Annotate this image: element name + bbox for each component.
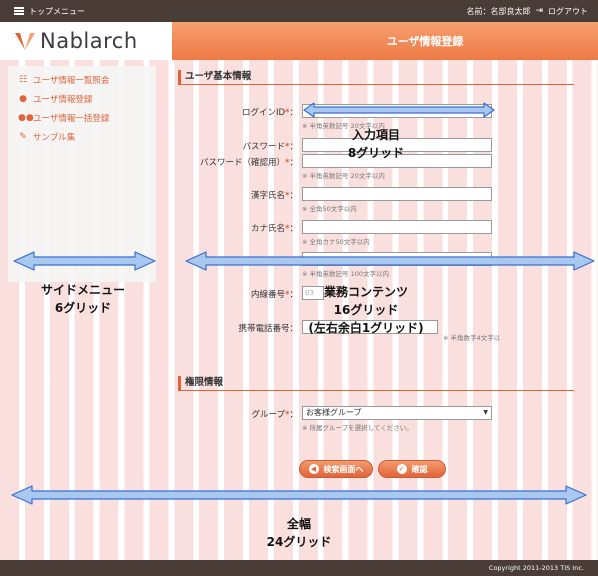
group-hint: ※ 所属グループを選択してください。: [302, 424, 413, 432]
confirm-button[interactable]: ✓ 確認: [378, 460, 446, 478]
logo: Nablarch: [0, 22, 172, 60]
group-label: グループ*：: [251, 410, 298, 420]
password-hint: ※ 半角英数記号 20文字以内: [302, 172, 385, 180]
side-menu: ☷ ユーザ情報一覧照会 ● ユーザ情報登録 ●● ユーザ情報一括登録 ✎ サンプ…: [8, 66, 156, 282]
annotation-full-width: 全幅 24グリッド: [266, 517, 332, 549]
sidebar-item-label: サンプル集: [33, 132, 76, 143]
page-title: ユーザ情報登録: [386, 35, 464, 48]
logout-link[interactable]: ログアウト: [548, 6, 588, 17]
top-menu-link[interactable]: トップメニュー: [14, 6, 85, 17]
menu-list-icon: [14, 7, 24, 15]
header: Nablarch ユーザ情報登録: [0, 22, 598, 60]
password-confirm-label: パスワード（確認用）*：: [200, 158, 298, 168]
section-permission: 権限情報: [178, 376, 574, 391]
arrow-left-icon: ◀: [308, 464, 319, 474]
sidebar-item-label: ユーザ情報登録: [33, 94, 93, 105]
logout-icon: ⇥: [535, 6, 543, 16]
nablarch-logo-icon: [15, 33, 35, 50]
top-bar: トップメニュー 名前：名部良太郎 ⇥ ログアウト: [0, 0, 598, 22]
sidebar-item-label: ユーザ情報一覧照会: [33, 75, 110, 86]
sidebar-item-samples[interactable]: ✎ サンプル集: [8, 127, 156, 146]
annotation-side-menu: サイドメニュー 6グリッド: [40, 283, 125, 315]
sidebar-item-user-register[interactable]: ● ユーザ情報登録: [8, 89, 156, 108]
back-to-search-button[interactable]: ◀ 検索画面へ: [299, 460, 373, 478]
kanji-name-hint: ※ 全角50文字以内: [302, 205, 357, 213]
check-icon: ✓: [396, 464, 407, 474]
kana-name-label: カナ氏名*：: [251, 224, 298, 234]
kanji-name-input[interactable]: [302, 187, 492, 201]
kana-name-input[interactable]: [302, 220, 492, 234]
kanji-name-label: 漢字氏名*：: [251, 191, 298, 201]
mail-input[interactable]: [302, 252, 492, 266]
logo-text: Nablarch: [40, 29, 138, 53]
page-title-bar: ユーザ情報登録: [172, 22, 598, 60]
user-icon: ●: [19, 93, 27, 104]
annotation-business-content: 業務コンテンツ 16グリッド (左右余白1グリッド): [308, 285, 424, 335]
dropdown-arrow-icon: ▼: [483, 409, 488, 416]
group-select[interactable]: お客様グループ ▼: [302, 406, 492, 420]
mail-hint: ※ 半角英数記号 100文字以内: [302, 270, 389, 278]
login-id-input[interactable]: [302, 104, 492, 118]
list-icon: ☷: [18, 74, 28, 85]
wrench-icon: ✎: [19, 131, 27, 142]
footer: Copyright 2011-2013 TIS Inc.: [0, 560, 598, 576]
kana-name-hint: ※ 全角カナ50文字以内: [302, 238, 370, 246]
top-menu-label: トップメニュー: [29, 6, 85, 16]
sidebar-item-label: ユーザ情報一括登録: [33, 113, 110, 124]
users-icon: ●●: [18, 112, 34, 123]
sidebar-item-user-bulk-register[interactable]: ●● ユーザ情報一括登録: [8, 108, 156, 127]
mobile-hint: ※ 半角数字4文字以: [443, 334, 501, 342]
annotation-input-items: 入力項目 8グリッド: [347, 128, 405, 160]
extension-label: 内線番号*：: [251, 290, 298, 300]
login-id-label: ログインID*：: [241, 108, 298, 118]
row-permission-section: 権限情報: [178, 376, 574, 401]
copyright: Copyright 2011-2013 TIS Inc.: [488, 564, 584, 572]
mobile-label: 携帯電話番号：: [238, 324, 298, 334]
sidebar-item-user-list[interactable]: ☷ ユーザ情報一覧照会: [8, 70, 156, 89]
user-name: 名前：名部良太郎: [466, 6, 531, 16]
password-label: パスワード*：: [242, 142, 298, 152]
